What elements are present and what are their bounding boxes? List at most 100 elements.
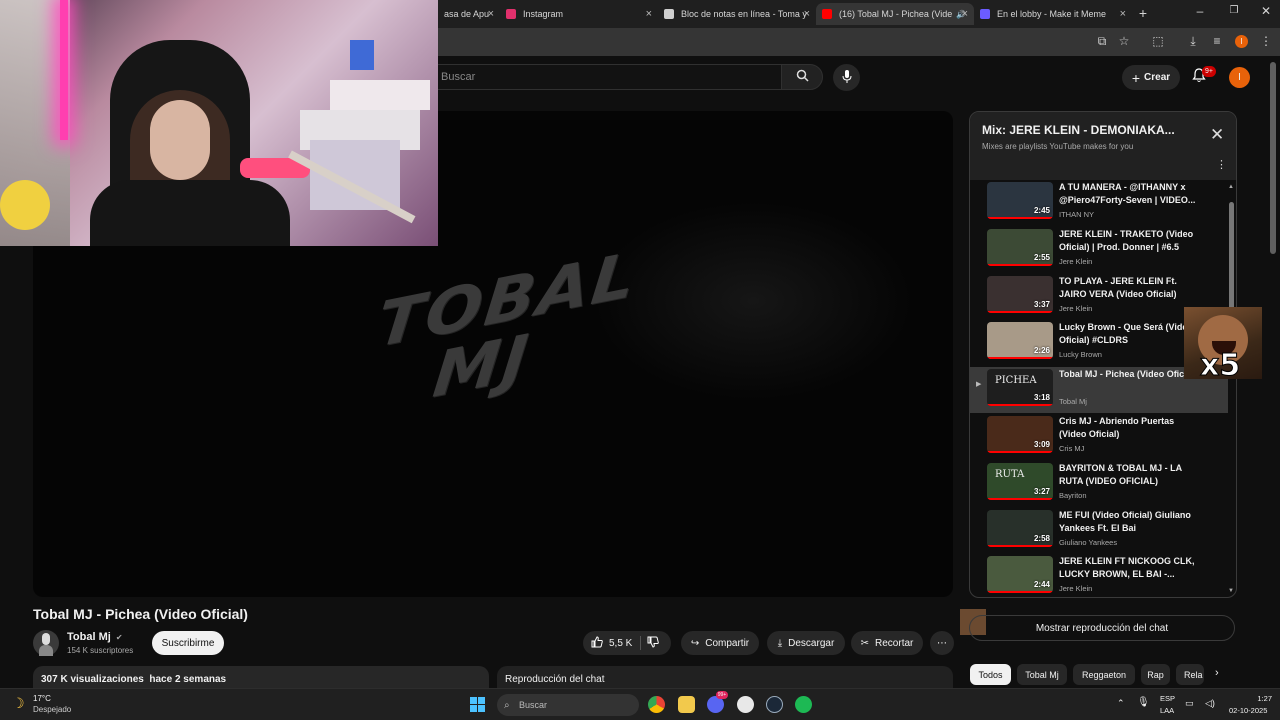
dislike-button[interactable] (647, 636, 659, 651)
user-avatar[interactable]: I (1229, 67, 1250, 88)
scroll-up-icon[interactable]: ▲ (1228, 184, 1234, 190)
extensions-icon[interactable]: ⬚ (1150, 34, 1166, 48)
app-taskbar-icon[interactable] (737, 696, 754, 713)
clock-time[interactable]: 1:27 (1252, 694, 1272, 703)
chip-related[interactable]: Rela (1176, 664, 1204, 685)
steam-taskbar-icon[interactable] (766, 696, 783, 713)
playlist-item[interactable]: 3:09 Cris MJ - Abriendo Puertas (Video Of… (970, 414, 1228, 460)
input-language[interactable]: ESP (1160, 694, 1175, 703)
browser-tab-notepad[interactable]: Bloc de notas en línea - Toma y × (658, 3, 816, 25)
search-input[interactable]: Buscar (430, 64, 782, 90)
car-silhouette (593, 201, 913, 401)
chip-reggaeton[interactable]: Reggaeton (1073, 664, 1135, 685)
clip-label: Recortar (875, 637, 914, 649)
subscribe-button[interactable]: Suscribirme (152, 631, 224, 655)
browser-tab-instagram[interactable]: Instagram × (500, 3, 658, 25)
profile-avatar-icon[interactable]: I (1235, 35, 1248, 48)
bookmark-star-icon[interactable]: ☆ (1116, 34, 1132, 48)
input-layout[interactable]: LAA (1160, 706, 1174, 715)
notifications-badge: 9+ (1202, 66, 1216, 77)
weather-temperature[interactable]: 17°C (33, 694, 51, 703)
thumbnail-text: PICHEA (995, 375, 1037, 387)
show-chat-replay-button[interactable]: Mostrar reproducción del chat (969, 615, 1235, 641)
chip-rap[interactable]: Rap (1141, 664, 1170, 685)
playlist-item[interactable]: 2:45 A TU MANERA - @ITHANNY x @Piero47For… (970, 180, 1228, 226)
watched-progress-bar (987, 497, 1053, 500)
clip-button[interactable]: ✂ Recortar (851, 631, 923, 655)
playlist-item-thumbnail: 2:45 (987, 182, 1053, 219)
watched-progress-bar (987, 451, 1053, 453)
volume-icon[interactable]: ◁) (1205, 698, 1215, 709)
taskbar-search-input[interactable]: ⌕ Buscar (497, 694, 639, 716)
voice-search-button[interactable] (833, 64, 860, 91)
playlist-more-icon[interactable]: ⋮ (1216, 158, 1227, 171)
close-tab-1-icon[interactable]: × (488, 8, 494, 20)
close-playlist-icon[interactable]: ✕ (1210, 125, 1224, 145)
reading-list-icon[interactable]: ≡ (1209, 34, 1225, 48)
playlist-header: Mix: JERE KLEIN - DEMONIAKA... Mixes are… (970, 112, 1236, 180)
chips-next-icon[interactable]: › (1215, 667, 1219, 679)
chat-replay-label: Reproducción del chat (505, 674, 605, 685)
like-count: 5,5 K (609, 637, 633, 649)
microphone-icon (842, 69, 852, 86)
playlist-scrollbar[interactable] (1229, 202, 1234, 322)
thumbs-up-icon (591, 635, 603, 651)
minimize-icon[interactable]: – (1192, 4, 1208, 18)
playlist-item-channel: Lucky Brown (1059, 350, 1102, 360)
playlist-item-channel: Tobal Mj (1059, 397, 1087, 407)
close-window-icon[interactable]: ✕ (1258, 4, 1274, 18)
search-button[interactable] (781, 64, 823, 90)
chip-all[interactable]: Todos (970, 664, 1011, 685)
playlist-item-title: BAYRITON & TOBAL MJ - LA RUTA (VIDEO OFI… (1059, 462, 1182, 486)
channel-name-text: Tobal Mj (67, 631, 111, 643)
like-button[interactable]: 5,5 K (591, 635, 633, 651)
playlist-item[interactable]: 2:58 ME FUI (Video Oficial) Giuliano Yank… (970, 508, 1228, 554)
tray-microphone-icon[interactable]: 🎙 (1137, 697, 1150, 708)
playlist-item-thumbnail: 2:58 (987, 509, 1053, 547)
close-tab-3-icon[interactable]: × (804, 8, 810, 20)
moon-weather-icon: ☽ (12, 695, 25, 711)
playlist-item-thumbnail: 3:37 (987, 275, 1053, 313)
windows-start-icon[interactable] (470, 697, 485, 712)
page-scrollbar[interactable] (1270, 62, 1276, 254)
restore-icon[interactable]: ❐ (1226, 5, 1242, 16)
download-icon: ⤓ (777, 637, 783, 649)
scissors-icon: ✂ (860, 637, 870, 649)
more-actions-button[interactable]: ⋯ (930, 631, 954, 655)
spotify-taskbar-icon[interactable] (795, 696, 812, 713)
download-button[interactable]: ⤓ Descargar (767, 631, 845, 655)
clock-date[interactable]: 02-10-2025 (1229, 706, 1267, 715)
close-tab-4-icon[interactable]: × (962, 8, 968, 20)
chrome-taskbar-icon[interactable] (648, 696, 665, 713)
new-tab-icon[interactable]: + (1135, 5, 1151, 21)
weather-description[interactable]: Despejado (33, 705, 71, 714)
install-app-icon[interactable]: ⧉ (1094, 34, 1110, 49)
subscriber-count: 154 K suscriptores (67, 646, 134, 655)
playlist-title[interactable]: Mix: JERE KLEIN - DEMONIAKA... (982, 123, 1175, 137)
browser-tab-make-it-meme[interactable]: En el lobby - Make it Meme × (974, 3, 1132, 25)
chip-tobal-mj[interactable]: Tobal Mj (1017, 664, 1067, 685)
create-button[interactable]: + Crear (1122, 65, 1180, 90)
close-tab-5-icon[interactable]: × (1120, 8, 1126, 20)
instagram-favicon-icon (506, 9, 516, 19)
network-icon[interactable]: ▭ (1185, 698, 1194, 709)
browser-tab-youtube[interactable]: (16) Tobal MJ - Pichea (Vide 🔊 × (816, 3, 974, 25)
channel-name[interactable]: Tobal Mj ✔ (67, 631, 123, 643)
browser-menu-icon[interactable]: ⋮ (1258, 34, 1274, 48)
downloads-icon[interactable]: ⤓ (1185, 34, 1201, 49)
search-placeholder: Buscar (441, 71, 476, 83)
playlist-item-thumbnail: RUTA 3:27 (987, 462, 1053, 500)
verified-check-icon: ✔ (115, 633, 123, 642)
playlist-item[interactable]: RUTA 3:27 BAYRITON & TOBAL MJ - LA RUTA (V… (970, 461, 1228, 507)
channel-avatar[interactable] (33, 630, 59, 656)
tab-2-label: Instagram (523, 9, 564, 19)
watched-progress-bar (987, 217, 1053, 219)
file-explorer-taskbar-icon[interactable] (678, 696, 695, 713)
tray-chevron-up-icon[interactable]: ⌃ (1117, 698, 1125, 709)
browser-tab-1[interactable]: asa de Apu × (438, 3, 500, 25)
scroll-down-icon[interactable]: ▼ (1228, 588, 1234, 594)
playlist-item[interactable]: 2:55 JERE KLEIN - TRAKETO (Video Oficial)… (970, 227, 1228, 273)
share-button[interactable]: ↪ Compartir (681, 631, 759, 655)
playlist-item[interactable]: 2:44 JERE KLEIN FT NICKOOG CLK, LUCKY BRO… (970, 554, 1228, 597)
close-tab-2-icon[interactable]: × (646, 8, 652, 20)
